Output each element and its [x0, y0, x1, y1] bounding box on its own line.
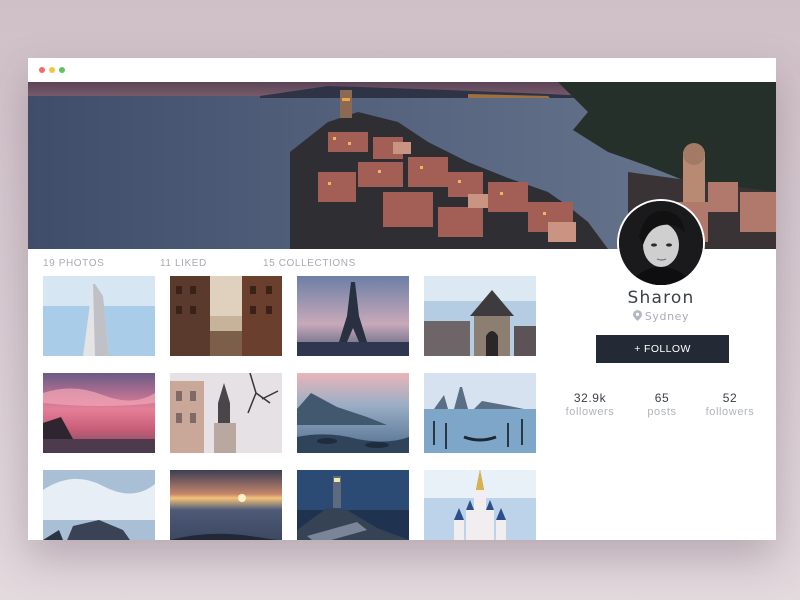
title-bar: [28, 58, 776, 82]
sunset-horizon-photo[interactable]: [170, 470, 282, 540]
photo-grid: [43, 276, 543, 540]
tab-photos[interactable]: 19 PHOTOS: [43, 258, 104, 269]
maximize-window-button[interactable]: [59, 67, 65, 73]
minimize-window-button[interactable]: [49, 67, 55, 73]
tab-collections[interactable]: 15 COLLECTIONS: [263, 258, 356, 269]
profile-tabs: 19 PHOTOS 11 LIKED 15 COLLECTIONS: [43, 258, 543, 272]
stat-posts: 65 posts: [627, 391, 697, 418]
disney-castle-photo[interactable]: [424, 470, 536, 540]
lighthouse-photo[interactable]: [297, 470, 409, 540]
stat-following: 52 followers: [695, 391, 765, 418]
street-buildings-photo[interactable]: [170, 276, 282, 356]
wave-rocks-photo[interactable]: [43, 470, 155, 540]
pink-sunset-sea-photo[interactable]: [43, 373, 155, 453]
venice-gondolas-photo[interactable]: [424, 373, 536, 453]
flatiron-building-photo[interactable]: [43, 276, 155, 356]
stat-followers: 32.9k followers: [555, 391, 625, 418]
misty-coast-photo[interactable]: [297, 373, 409, 453]
avatar-frame: [617, 199, 705, 287]
stat-label: followers: [705, 406, 755, 418]
stat-value: 65: [654, 391, 670, 405]
stat-value: 52: [722, 391, 738, 405]
church-spire-photo[interactable]: [170, 373, 282, 453]
location-pin-icon: [632, 310, 642, 321]
follow-button[interactable]: + FOLLOW: [596, 335, 729, 363]
app-window: 19 PHOTOS 11 LIKED 15 COLLECTIONS Sharon…: [28, 58, 776, 540]
tab-liked[interactable]: 11 LIKED: [160, 258, 207, 269]
eiffel-tower-photo[interactable]: [297, 276, 409, 356]
profile-name: Sharon: [627, 288, 695, 308]
profile-location: Sydney: [588, 310, 734, 323]
location-text: Sydney: [644, 310, 690, 323]
avatar[interactable]: [619, 201, 703, 285]
stat-label: followers: [565, 406, 615, 418]
stat-value: 32.9k: [573, 391, 607, 405]
close-window-button[interactable]: [39, 67, 45, 73]
stat-label: posts: [647, 406, 677, 418]
castle-gate-photo[interactable]: [424, 276, 536, 356]
